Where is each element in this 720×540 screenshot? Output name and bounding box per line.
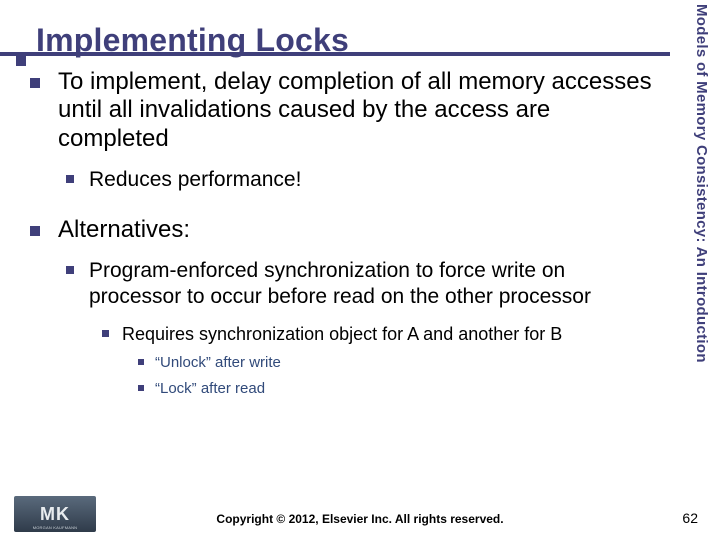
square-bullet-icon: [66, 266, 74, 274]
slide-title: Implementing Locks: [36, 22, 349, 59]
square-bullet-icon: [30, 226, 40, 236]
square-bullet-icon: [102, 330, 109, 337]
bullet-text: “Unlock” after write: [155, 353, 281, 373]
slide-footer: MK MORGAN KAUFMANN Copyright © 2012, Els…: [0, 488, 720, 540]
bullet-text: “Lock” after read: [155, 379, 265, 399]
square-bullet-icon: [138, 385, 144, 391]
bullet-text: Reduces performance!: [89, 167, 301, 192]
bullet-text: Alternatives:: [58, 216, 190, 244]
square-bullet-icon: [138, 359, 144, 365]
bullet-level-4: “Unlock” after write: [138, 353, 660, 373]
bullet-text: Requires synchronization object for A an…: [122, 323, 562, 346]
bullet-level-2: Reduces performance!: [66, 167, 660, 192]
bullet-level-1: To implement, delay completion of all me…: [30, 68, 660, 153]
copyright-text: Copyright © 2012, Elsevier Inc. All righ…: [0, 512, 720, 526]
page-number: 62: [682, 510, 698, 526]
title-stub: [16, 54, 26, 66]
bullet-level-3: Requires synchronization object for A an…: [102, 323, 660, 346]
bullet-level-2: Program-enforced synchronization to forc…: [66, 258, 660, 308]
title-bar: Implementing Locks: [0, 18, 720, 58]
section-label: Models of Memory Consistency: An Introdu…: [693, 4, 710, 474]
square-bullet-icon: [30, 78, 40, 88]
bullet-level-1: Alternatives:: [30, 216, 660, 244]
square-bullet-icon: [66, 175, 74, 183]
bullet-text: Program-enforced synchronization to forc…: [89, 258, 660, 308]
bullet-level-4: “Lock” after read: [138, 379, 660, 399]
slide-body: To implement, delay completion of all me…: [30, 68, 660, 404]
bullet-text: To implement, delay completion of all me…: [58, 68, 660, 153]
